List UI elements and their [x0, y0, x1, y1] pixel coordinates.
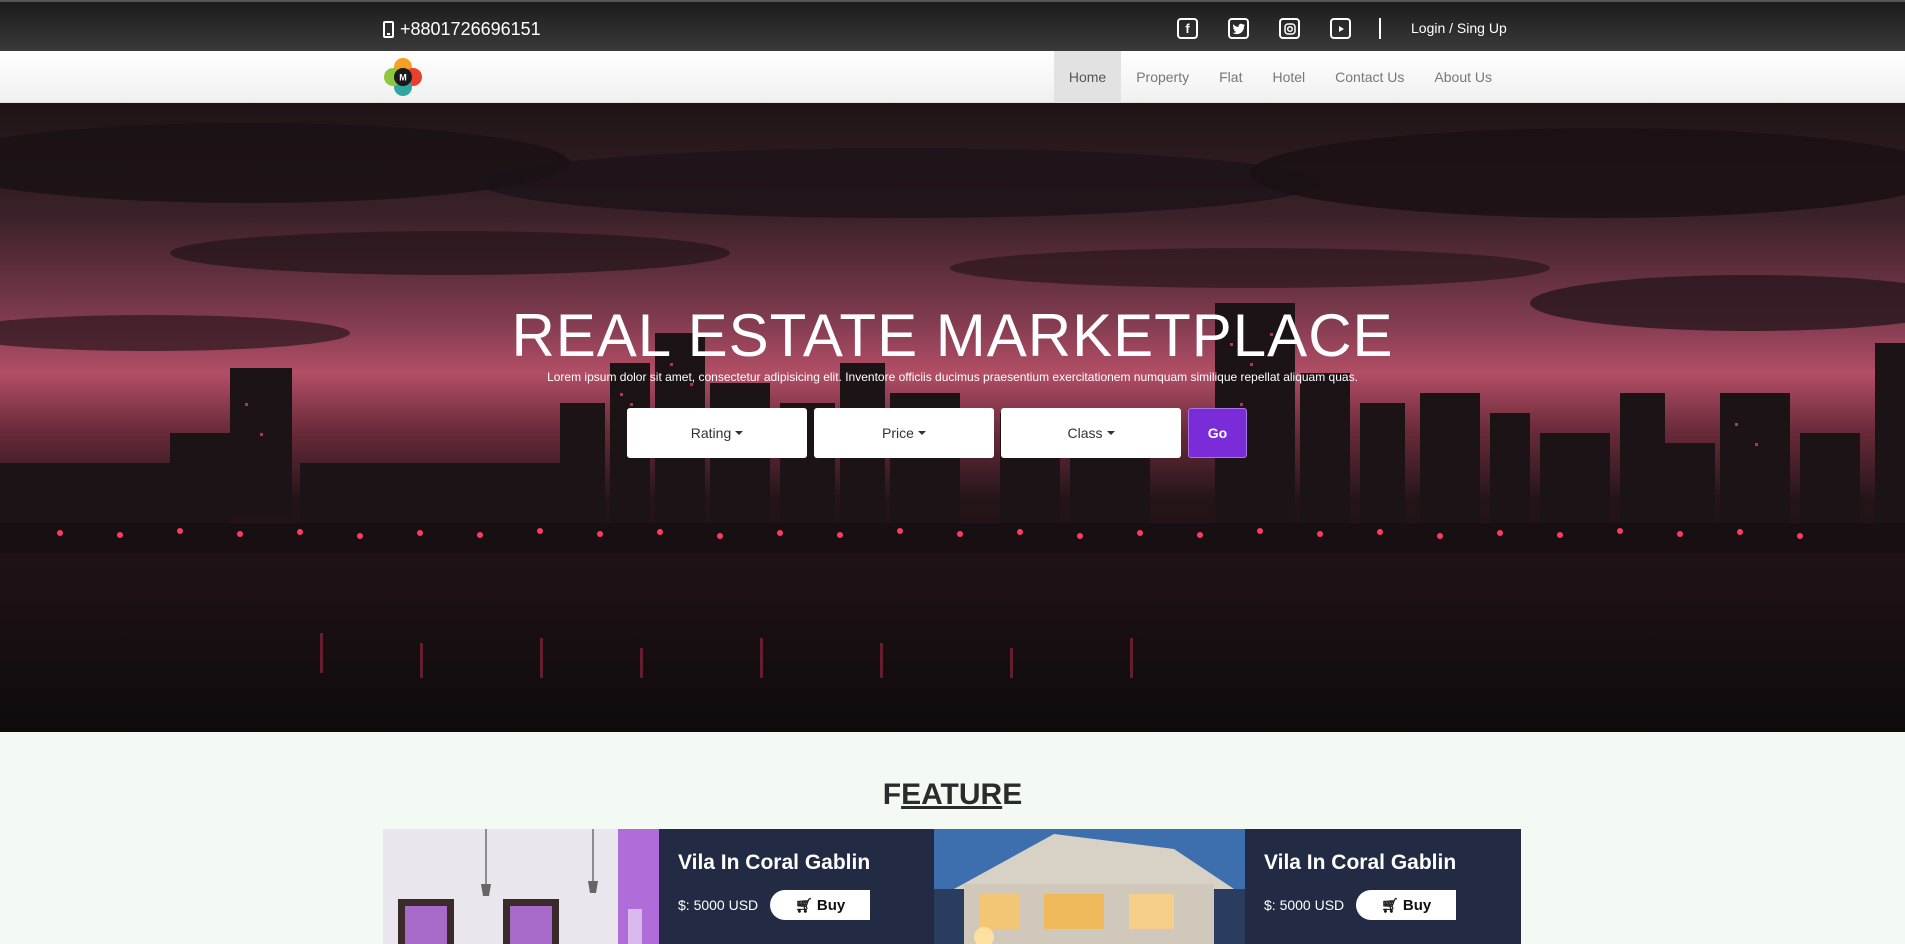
phone-contact[interactable]: +8801726696151: [383, 19, 541, 40]
brand-logo[interactable]: M: [383, 57, 423, 97]
buy-label: Buy: [816, 896, 846, 914]
nav-home[interactable]: Home: [1053, 51, 1122, 103]
card-price: $: 5000 USD: [678, 897, 759, 913]
mobile-phone-icon: [383, 21, 394, 38]
nav-property[interactable]: Property: [1121, 51, 1204, 103]
phone-number: +8801726696151: [400, 19, 541, 39]
instagram-icon[interactable]: [1279, 18, 1300, 39]
nav-hotel[interactable]: Hotel: [1257, 51, 1320, 103]
logo-letter: M: [399, 73, 407, 83]
nav-flat[interactable]: Flat: [1204, 51, 1257, 103]
card-title: Vila In Coral Gablin: [678, 851, 871, 874]
class-label: Class: [1067, 425, 1103, 441]
buy-label: Buy: [1402, 896, 1432, 914]
go-button[interactable]: Go: [1188, 408, 1247, 458]
login-signup-link[interactable]: Login / Sing Up: [1411, 20, 1507, 36]
price-dropdown[interactable]: Price: [814, 408, 994, 458]
hero-title: REAL ESTATE MARKETPLACE: [511, 302, 1394, 369]
cart-icon: 🛒︎: [1381, 896, 1399, 913]
card-title: Vila In Coral Gablin: [1264, 851, 1457, 874]
caret-down-icon: [735, 431, 744, 435]
feature-heading-last: E: [1002, 778, 1023, 811]
feature-heading-underlined: EATUR: [901, 778, 1003, 811]
facebook-icon[interactable]: f: [1177, 18, 1198, 39]
twitter-icon[interactable]: [1228, 18, 1249, 39]
main-navbar: M Home Property Flat Hotel Contact Us Ab…: [0, 51, 1905, 103]
price-label: Price: [882, 425, 914, 441]
feature-heading: FEATURE: [0, 778, 1905, 812]
feature-heading-first: F: [882, 778, 902, 811]
buy-button[interactable]: 🛒︎ Buy: [770, 890, 871, 920]
cart-icon: 🛒︎: [795, 896, 813, 913]
feature-card[interactable]: Vila In Coral Gablin $: 5000 USD 🛒︎ Buy: [934, 829, 1521, 944]
youtube-icon[interactable]: [1330, 18, 1351, 39]
card-image-house: [934, 829, 1245, 944]
rating-label: Rating: [690, 425, 732, 441]
nav-links: Home Property Flat Hotel Contact Us Abou…: [1053, 51, 1507, 103]
search-filters: Rating Price Class Go: [627, 408, 1247, 458]
caret-down-icon: [1106, 431, 1115, 435]
card-info: Vila In Coral Gablin $: 5000 USD 🛒︎ Buy: [659, 829, 935, 944]
card-info: Vila In Coral Gablin $: 5000 USD 🛒︎ Buy: [1245, 829, 1521, 944]
nav-about-us[interactable]: About Us: [1419, 51, 1507, 103]
topbar-divider: [1379, 18, 1381, 39]
card-image-interior: [383, 829, 659, 944]
buy-button[interactable]: 🛒︎ Buy: [1356, 890, 1457, 920]
rating-dropdown[interactable]: Rating: [627, 408, 807, 458]
nav-contact-us[interactable]: Contact Us: [1320, 51, 1419, 103]
feature-card[interactable]: Vila In Coral Gablin $: 5000 USD 🛒︎ Buy: [383, 829, 935, 944]
class-dropdown[interactable]: Class: [1001, 408, 1181, 458]
caret-down-icon: [917, 431, 926, 435]
hero-subtitle: Lorem ipsum dolor sit amet, consectetur …: [547, 370, 1358, 384]
card-price: $: 5000 USD: [1264, 897, 1345, 913]
top-bar: +8801726696151 f Login / Sing Up: [0, 0, 1905, 51]
hero-section: REAL ESTATE MARKETPLACE Lorem ipsum dolo…: [0, 103, 1905, 732]
social-links: f: [1177, 18, 1351, 39]
